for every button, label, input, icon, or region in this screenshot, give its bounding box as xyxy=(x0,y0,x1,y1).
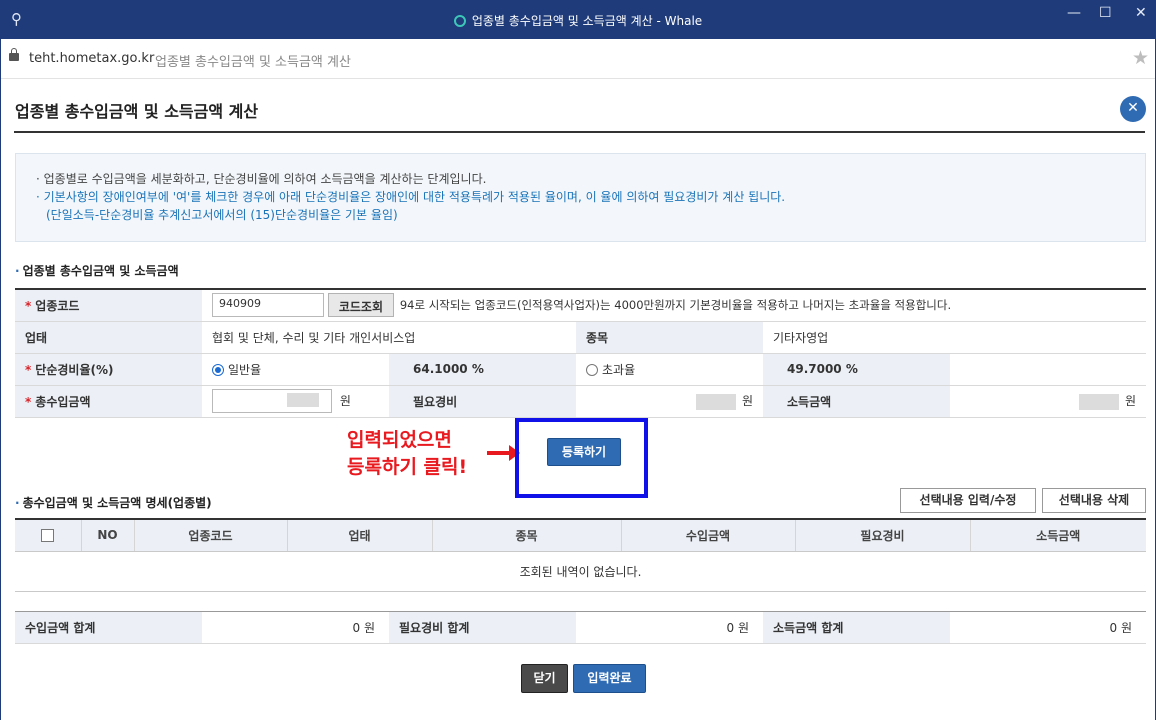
expense-label: 필요경비 xyxy=(389,385,576,418)
item-label: 종목 xyxy=(576,321,763,354)
net-total-value: 0 원 xyxy=(950,611,1146,644)
annotation-arrow-icon xyxy=(487,445,520,461)
close-button[interactable]: 닫기 xyxy=(521,664,568,693)
whale-logo-icon xyxy=(453,15,466,27)
empty-cell xyxy=(950,353,1146,386)
expense-value-cell: 원 xyxy=(576,385,763,418)
col-item: 종목 xyxy=(432,519,622,552)
detail-table: NO 업종코드 업태 종목 수입금액 필요경비 소득금액 조회된 내역이 없습니… xyxy=(15,518,1146,592)
net-label: 소득금액 xyxy=(763,385,950,418)
col-net: 소득금액 xyxy=(970,519,1146,552)
rate-general-cell: 일반율 xyxy=(202,353,389,386)
lock-icon xyxy=(9,48,19,61)
minimize-button[interactable]: — xyxy=(1067,5,1081,21)
net-total-label: 소득금액 합계 xyxy=(763,611,950,644)
edit-selected-button[interactable]: 선택내용 입력/수정 xyxy=(900,488,1036,513)
rate-label-cell: * 단순경비율(%) xyxy=(15,353,202,386)
notice-line-3: (단일소득-단순경비율 추계신고서에서의 (15)단순경비율은 기본 율임) xyxy=(46,208,398,222)
rate-general-value: 64.1000 % xyxy=(389,353,576,386)
rate-general-label: 일반율 xyxy=(228,362,262,377)
notice-line-2: · 기본사항의 장애인여부에 '여'를 체크한 경우에 아래 단순경비율은 장애… xyxy=(36,190,786,204)
income-total-value: 0 원 xyxy=(202,611,389,644)
close-icon[interactable]: ✕ xyxy=(1120,96,1146,122)
col-no: NO xyxy=(81,519,135,552)
register-button[interactable]: 등록하기 xyxy=(547,438,621,466)
rate-general-radio[interactable] xyxy=(212,363,224,376)
business-code-input[interactable]: 940909 xyxy=(212,293,324,318)
select-all-cell xyxy=(15,519,82,552)
rate-excess-cell: 초과율 xyxy=(576,353,763,386)
code-cell: 940909 코드조회 94로 시작되는 업종코드(인적용역사업자)는 4000… xyxy=(202,289,1146,322)
window-close-button[interactable]: ✕ xyxy=(1135,5,1147,21)
table-header-row: NO 업종코드 업태 종목 수입금액 필요경비 소득금액 xyxy=(15,519,1146,552)
rate-excess-value: 49.7000 % xyxy=(763,353,950,386)
masked-value xyxy=(1078,393,1119,410)
page-header: 업종별 총수입금액 및 소득금액 계산 xyxy=(14,90,1145,133)
masked-value xyxy=(695,393,736,410)
rate-excess-radio[interactable] xyxy=(586,363,598,376)
code-lookup-button[interactable]: 코드조회 xyxy=(327,293,394,318)
masked-value xyxy=(287,393,319,407)
page-content: 업종별 총수입금액 및 소득금액 계산 ✕ · 업종별로 수입금액을 세분화하고… xyxy=(1,80,1155,720)
maximize-button[interactable]: ☐ xyxy=(1099,5,1112,21)
col-code: 업종코드 xyxy=(134,519,288,552)
code-help-text: 94로 시작되는 업종코드(인적용역사업자)는 4000만원까지 기본경비율을 … xyxy=(399,297,952,312)
net-value-cell: 원 xyxy=(950,385,1146,418)
col-expense: 필요경비 xyxy=(795,519,971,552)
income-label-cell: * 총수입금액 xyxy=(15,385,202,418)
code-label-cell: * 업종코드 xyxy=(15,289,202,322)
business-type-value: 협회 및 단체, 수리 및 기타 개인서비스업 xyxy=(202,321,576,354)
total-income-input[interactable] xyxy=(212,389,332,413)
section-title-income: 업종별 총수입금액 및 소득금액 xyxy=(15,262,179,279)
notice-box: · 업종별로 수입금액을 세분화하고, 단순경비율에 의하여 소득금액을 계산하… xyxy=(15,153,1146,242)
notice-line-1: · 업종별로 수입금액을 세분화하고, 단순경비율에 의하여 소득금액을 계산하… xyxy=(36,172,487,186)
address-bar: teht.hometax.go.kr 업종별 총수입금액 및 소득금액 계산 ★ xyxy=(1,39,1155,79)
income-cell: 원 xyxy=(202,385,389,418)
window-title: 업종별 총수입금액 및 소득금액 계산 - Whale xyxy=(1,12,1155,29)
select-all-checkbox[interactable] xyxy=(41,529,55,543)
page-title: 업종별 총수입금액 및 소득금액 계산 xyxy=(15,102,259,121)
col-business-type: 업태 xyxy=(287,519,433,552)
url-domain[interactable]: teht.hometax.go.kr xyxy=(29,51,154,66)
col-income: 수입금액 xyxy=(621,519,796,552)
complete-button[interactable]: 입력완료 xyxy=(573,664,646,693)
bookmark-star-icon[interactable]: ★ xyxy=(1132,47,1149,69)
won-unit: 원 xyxy=(339,393,351,408)
delete-selected-button[interactable]: 선택내용 삭제 xyxy=(1042,488,1146,513)
expense-total-label: 필요경비 합계 xyxy=(389,611,576,644)
title-bar: ⚲ 업종별 총수입금액 및 소득금액 계산 - Whale — ☐ ✕ xyxy=(1,1,1155,39)
totals-table: 수입금액 합계 0 원 필요경비 합계 0 원 소득금액 합계 0 원 xyxy=(15,611,1146,644)
income-form-table: * 업종코드 940909 코드조회 94로 시작되는 업종코드(인적용역사업자)… xyxy=(15,288,1146,418)
url-page-title: 업종별 총수입금액 및 소득금액 계산 xyxy=(155,55,351,70)
item-value: 기타자영업 xyxy=(763,321,1146,354)
annotation-text: 입력되었으면 등록하기 클릭! xyxy=(347,429,468,478)
rate-excess-label: 초과율 xyxy=(602,362,636,377)
section-title-list: 총수입금액 및 소득금액 명세(업종별) xyxy=(15,494,212,511)
popup-window: ⚲ 업종별 총수입금액 및 소득금액 계산 - Whale — ☐ ✕ teht… xyxy=(0,0,1156,720)
empty-message: 조회된 내역이 없습니다. xyxy=(15,551,1146,592)
income-total-label: 수입금액 합계 xyxy=(15,611,202,644)
business-type-label: 업태 xyxy=(15,321,202,354)
expense-total-value: 0 원 xyxy=(576,611,763,644)
